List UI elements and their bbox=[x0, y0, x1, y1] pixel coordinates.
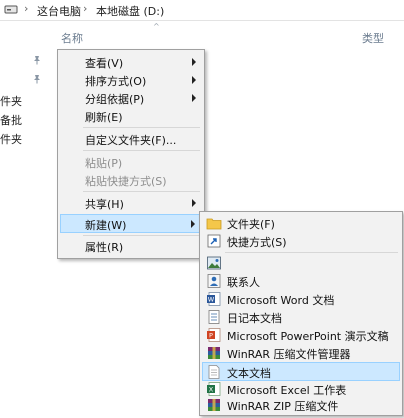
new-item-journal[interactable]: 日记本文档 bbox=[202, 308, 400, 326]
address-bar[interactable]: › 这台电脑 › 本地磁盘 (D:) bbox=[0, 0, 404, 21]
new-item-winrar-zip[interactable]: WinRAR ZIP 压缩文件 bbox=[202, 396, 400, 414]
menu-item-sort-by[interactable]: 排序方式(O) bbox=[60, 71, 202, 89]
menu-item-properties[interactable]: 属性(R) bbox=[60, 237, 202, 255]
sidebar-item[interactable]: 备批 bbox=[0, 112, 22, 128]
powerpoint-icon: P bbox=[207, 328, 221, 342]
menu-item-view[interactable]: 查看(V) bbox=[60, 53, 202, 71]
new-item-contact[interactable]: 联系人 bbox=[202, 272, 400, 290]
menu-separator bbox=[83, 127, 200, 128]
contact-icon bbox=[207, 274, 221, 288]
shortcut-icon bbox=[207, 234, 221, 248]
pin-icon bbox=[34, 75, 40, 84]
breadcrumb-separator: › bbox=[24, 2, 29, 15]
menu-item-refresh[interactable]: 刷新(E) bbox=[60, 107, 202, 125]
submenu-arrow-icon bbox=[192, 199, 196, 207]
menu-item-new[interactable]: 新建(W) bbox=[60, 214, 202, 233]
svg-text:X: X bbox=[209, 386, 214, 394]
excel-icon: X bbox=[207, 382, 221, 396]
menu-separator bbox=[83, 150, 200, 151]
breadcrumb-local-disk[interactable]: 本地磁盘 (D:) bbox=[96, 3, 164, 19]
text-document-icon bbox=[208, 365, 220, 379]
journal-icon bbox=[208, 310, 220, 324]
new-item-powerpoint[interactable]: P Microsoft PowerPoint 演示文稿 bbox=[202, 326, 400, 344]
new-item-text-document[interactable]: 文本文档 bbox=[202, 362, 400, 381]
context-menu: 查看(V) 排序方式(O) 分组依据(P) 刷新(E) 自定义文件夹(F)...… bbox=[57, 49, 205, 259]
drive-icon bbox=[4, 5, 18, 14]
column-header-name[interactable]: 名称 bbox=[61, 30, 83, 46]
menu-separator bbox=[83, 191, 200, 192]
new-submenu: 文件夹(F) 快捷方式(S) 联系人 W Microsoft Word 文档 日… bbox=[199, 211, 403, 416]
menu-separator bbox=[83, 235, 200, 236]
word-icon: W bbox=[207, 292, 221, 306]
sidebar-item[interactable]: 件夹 bbox=[0, 131, 22, 147]
menu-item-share[interactable]: 共享(H) bbox=[60, 194, 202, 212]
menu-item-paste: 粘贴(P) bbox=[85, 157, 123, 170]
folder-icon bbox=[206, 218, 222, 230]
sort-caret-icon: ^ bbox=[153, 22, 160, 31]
menu-item-group-by[interactable]: 分组依据(P) bbox=[60, 89, 202, 107]
svg-text:P: P bbox=[209, 332, 213, 340]
submenu-arrow-icon bbox=[192, 94, 196, 102]
breadcrumb-this-pc[interactable]: 这台电脑 bbox=[37, 3, 81, 19]
new-item-winrar[interactable]: WinRAR 压缩文件管理器 bbox=[202, 344, 400, 362]
new-item-shortcut[interactable]: 快捷方式(S) bbox=[202, 232, 400, 250]
winrar-icon bbox=[208, 347, 220, 359]
new-item-word[interactable]: W Microsoft Word 文档 bbox=[202, 290, 400, 308]
bitmap-image-icon bbox=[207, 256, 221, 270]
new-item-bitmap[interactable] bbox=[202, 254, 400, 272]
svg-text:W: W bbox=[208, 296, 215, 304]
pin-icon bbox=[34, 56, 40, 65]
sidebar-item[interactable]: 件夹 bbox=[0, 93, 22, 109]
new-item-folder[interactable]: 文件夹(F) bbox=[202, 214, 400, 232]
menu-item-paste-shortcut: 粘贴快捷方式(S) bbox=[85, 175, 167, 188]
column-header-type[interactable]: 类型 bbox=[362, 30, 384, 46]
submenu-arrow-icon bbox=[192, 76, 196, 84]
submenu-arrow-icon bbox=[191, 220, 195, 228]
submenu-arrow-icon bbox=[192, 58, 196, 66]
menu-item-customize-folder[interactable]: 自定义文件夹(F)... bbox=[60, 130, 202, 148]
winrar-zip-icon bbox=[208, 399, 220, 411]
menu-separator bbox=[225, 252, 398, 253]
breadcrumb-separator: › bbox=[83, 2, 88, 15]
